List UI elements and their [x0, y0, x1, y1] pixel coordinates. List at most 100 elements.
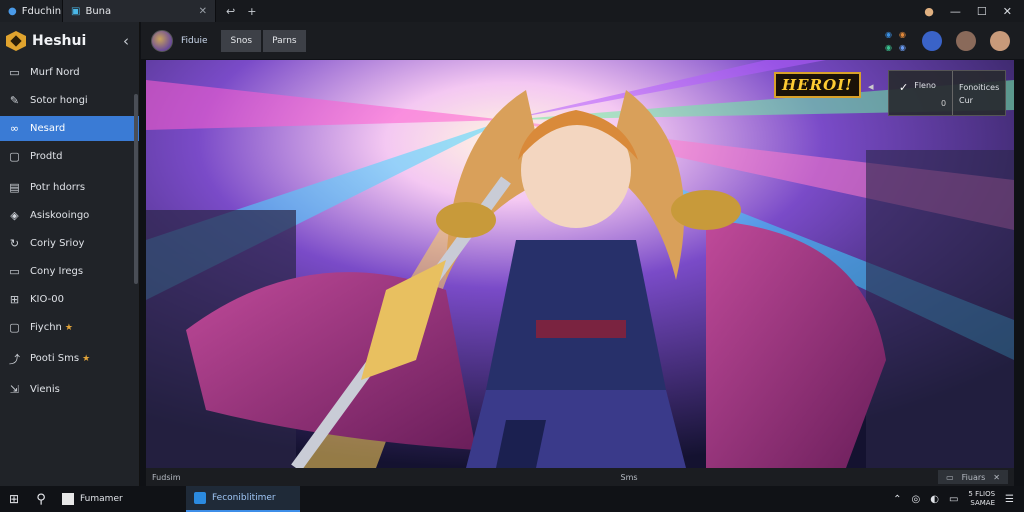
edit-icon: ✎ [9, 94, 20, 107]
status-left: Fudsim [152, 472, 181, 482]
chevron-up-icon[interactable]: ⌃ [893, 494, 901, 505]
status-right-label: Fiuars [961, 472, 986, 482]
collapse-sidebar-icon[interactable]: ‹ [123, 32, 129, 50]
sidebar-item-9[interactable]: ▢ Fiychn ★ [0, 315, 139, 340]
clock-time: 5 FLIOS [968, 490, 996, 498]
sidebar-scrollbar[interactable] [134, 94, 138, 284]
overlay-left-label: Fleno [914, 81, 936, 90]
search-button[interactable]: ⚲ [28, 492, 54, 507]
status-middle: Sms [620, 472, 638, 482]
windows-icon: ⊞ [8, 492, 20, 506]
sidebar-item-label: Asiskooingo [30, 210, 90, 221]
sidebar-item-label: Pooti Sms [30, 353, 80, 364]
sidebar-item-8[interactable]: ⊞ KIO-00 [0, 287, 139, 312]
sidebar-item-3[interactable]: ▢ Prodtd [0, 144, 139, 169]
system-tray: ⌃ ◎ ◐ ▭ 5 FLIOS SAMAE ☰ [893, 490, 1024, 508]
link-icon: ∞ [9, 122, 20, 135]
clock-date: SAMAE [970, 499, 996, 507]
sidebar-item-5[interactable]: ◈ Asiskooingo [0, 203, 139, 228]
volume-icon[interactable]: ◐ [930, 494, 939, 505]
star-icon: ★ [64, 322, 73, 333]
info-icon: ▭ [946, 472, 954, 482]
hero-title-badge: HEROI! [774, 72, 861, 98]
sidebar: Heshui ‹ ▭ Murf Nord ✎ Sotor hongi ∞ Nesard… [0, 22, 140, 486]
app-icon [194, 492, 206, 504]
dot-icon: ◉ [899, 29, 906, 39]
doc-icon: ▤ [9, 181, 20, 194]
profile-icon[interactable]: ● [924, 5, 934, 18]
arrow-icon: ◂ [868, 80, 874, 93]
clock[interactable]: 5 FLIOS SAMAE [968, 490, 995, 508]
overlay-panel[interactable]: ✓ Fleno 0 Fonoitices Cur [888, 70, 1006, 116]
sidebar-item-6[interactable]: ↻ Coriy Srioy [0, 231, 139, 256]
maximize-button[interactable]: ☐ [977, 5, 987, 18]
start-button[interactable]: ⊞ [0, 492, 28, 506]
photo-icon: ▭ [9, 66, 20, 79]
dot-icon: ◉ [885, 42, 892, 52]
sidebar-item-2[interactable]: ∞ Nesard [0, 116, 139, 141]
sidebar-item-7[interactable]: ▭ Cony Iregs [0, 259, 139, 284]
app-icon [62, 493, 74, 505]
tab-fduchin[interactable]: ● Fduchin [0, 0, 62, 22]
sidebar-item-11[interactable]: ⇲ Vienis [0, 377, 139, 402]
share-icon: ⤴ [9, 352, 20, 366]
close-tab-icon[interactable]: ✕ [199, 6, 207, 17]
user-avatar[interactable] [956, 30, 976, 51]
sidebar-item-1[interactable]: ✎ Sotor hongi [0, 88, 139, 113]
overlay-left-value: 0 [941, 99, 947, 108]
sidebar-item-label: Fiychn [30, 322, 62, 333]
minimize-button[interactable]: — [950, 5, 961, 18]
title-bar: ● Fduchin ▣ Buna ✕ ↩ + ● — ☐ ✕ [0, 0, 1024, 22]
sidebar-item-4[interactable]: ▤ Potr hdorrs [0, 175, 139, 200]
sidebar-item-label: Nesard [30, 123, 66, 134]
taskbar-app-1[interactable]: Fumamer [54, 486, 186, 512]
sidebar-item-label: Cony Iregs [30, 266, 84, 277]
video-icon: ▢ [9, 150, 20, 163]
dot-icon: ◉ [899, 42, 906, 52]
tab-label: Fduchin [21, 5, 62, 17]
parns-button[interactable]: Parns [263, 29, 306, 52]
sidebar-item-label: Sotor hongi [30, 95, 88, 106]
brand-name: Heshui [32, 33, 87, 49]
user-avatar[interactable] [922, 30, 942, 51]
status-right[interactable]: ▭ Fiuars ✕ [938, 470, 1008, 484]
sidebar-item-label: Vienis [30, 384, 60, 395]
browser-tab-icon: ▣ [71, 5, 81, 17]
shield-icon: ◈ [10, 209, 19, 222]
sidebar-item-label: Potr hdorrs [30, 182, 86, 193]
box-icon: ⊞ [9, 293, 20, 306]
panel-icon: ▢ [9, 321, 20, 334]
wifi-icon[interactable]: ◎ [911, 494, 920, 505]
search-icon: ⚲ [36, 491, 46, 507]
avatar[interactable] [151, 29, 173, 52]
sidebar-item-0[interactable]: ▭ Murf Nord [0, 60, 139, 85]
new-tab-icon[interactable]: + [247, 5, 256, 18]
taskbar-app-2[interactable]: Feconiblitimer [186, 486, 300, 512]
brand-logo-icon [6, 31, 26, 51]
tab-label: Buna [85, 5, 112, 17]
notifications-icon[interactable]: ☰ [1005, 494, 1014, 505]
hero-image: HEROI! ◂ ✓ Fleno 0 Fonoitices Cur [146, 60, 1014, 468]
taskbar-app-label: Feconiblitimer [212, 493, 276, 503]
hero-illustration [146, 60, 1014, 468]
dot-icon: ◉ [885, 29, 892, 39]
user-avatar[interactable] [990, 30, 1010, 51]
close-icon[interactable]: ✕ [993, 473, 1000, 482]
tab-buna[interactable]: ▣ Buna ✕ [62, 0, 216, 22]
chevron-icon: ✓ [899, 81, 909, 94]
folder-icon: ▭ [9, 265, 20, 278]
sidebar-item-label: Murf Nord [30, 67, 80, 78]
overlay-right-line2: Cur [959, 96, 973, 105]
status-bar: Fudsim Sms ▭ Fiuars ✕ [146, 468, 1014, 486]
back-icon[interactable]: ↩ [226, 5, 235, 18]
sidebar-item-10[interactable]: ⤴ Pooti Sms ★ [0, 346, 139, 371]
sidebar-nav: ▭ Murf Nord ✎ Sotor hongi ∞ Nesard ▢ Prodtd … [0, 60, 139, 402]
sidebar-item-label: Coriy Srioy [30, 238, 85, 249]
status-dots: ◉ ◉ ◉ ◉ [885, 30, 908, 52]
overlay-right-line1: Fonoitices [959, 83, 1000, 92]
battery-icon[interactable]: ▭ [949, 494, 958, 505]
snos-button[interactable]: Snos [221, 29, 262, 52]
close-button[interactable]: ✕ [1003, 5, 1012, 18]
sidebar-item-label: KIO-00 [30, 294, 64, 305]
brand: Heshui ‹ [0, 22, 139, 60]
